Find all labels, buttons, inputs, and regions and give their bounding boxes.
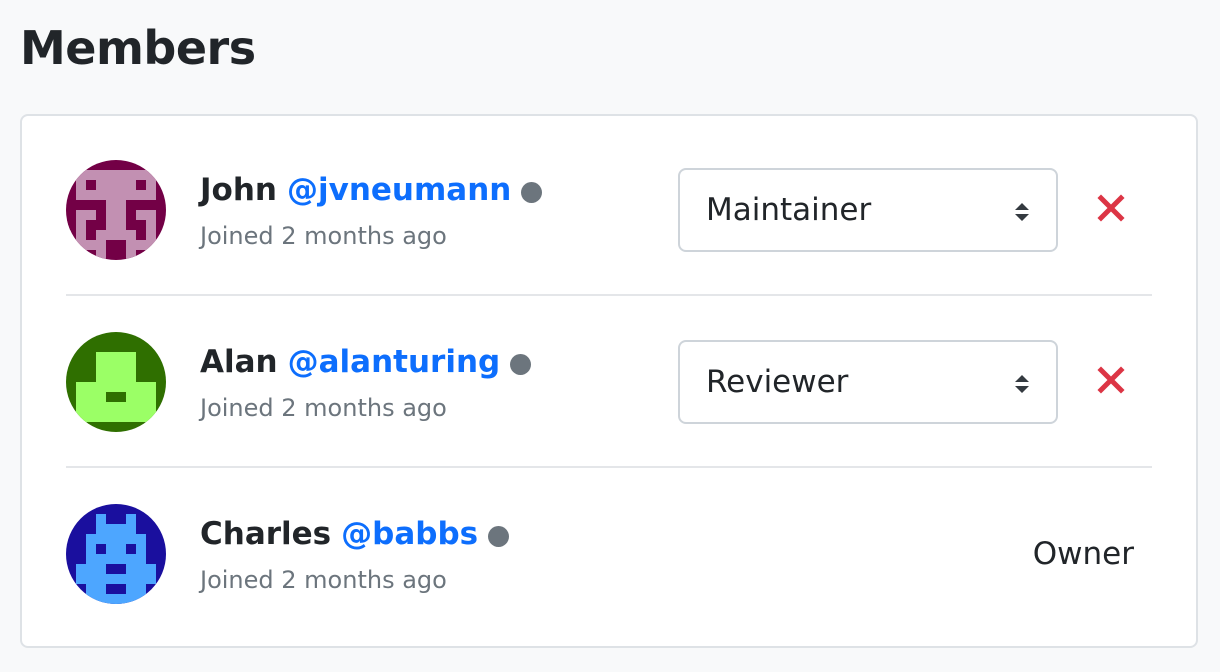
status-dot-icon [488, 525, 510, 547]
member-name-line: Alan @alanturing [200, 342, 532, 382]
avatar [66, 160, 166, 260]
member-row: John @jvneumann Joined 2 months ago Main… [66, 116, 1152, 288]
member-row: Charles @babbs Joined 2 months ago Owner [66, 460, 1152, 632]
status-dot-icon [510, 353, 532, 375]
member-name-line: John @jvneumann [200, 170, 543, 210]
member-handle-link[interactable]: @alanturing [288, 342, 501, 382]
avatar [66, 504, 166, 604]
member-row: Alan @alanturing Joined 2 months ago Rev… [66, 288, 1152, 460]
member-joined-date: Joined 2 months ago [200, 566, 447, 594]
role-select-value: Maintainer [706, 192, 872, 228]
member-display-name: Alan [200, 344, 278, 380]
remove-member-button[interactable] [1096, 365, 1126, 395]
member-handle-link[interactable]: @babbs [341, 514, 478, 554]
member-joined-date: Joined 2 months ago [200, 394, 447, 422]
owner-role-label: Owner [1032, 536, 1134, 572]
avatar [66, 332, 166, 432]
sort-caret-icon [1015, 375, 1029, 393]
page-title: Members [20, 21, 256, 75]
member-name-line: Charles @babbs [200, 514, 510, 554]
member-display-name: John [200, 172, 277, 208]
role-select[interactable]: Maintainer [678, 168, 1058, 252]
sort-caret-icon [1015, 203, 1029, 221]
members-list: John @jvneumann Joined 2 months ago Main… [20, 114, 1198, 648]
role-select[interactable]: Reviewer [678, 340, 1058, 424]
remove-member-button[interactable] [1096, 193, 1126, 223]
member-joined-date: Joined 2 months ago [200, 222, 447, 250]
status-dot-icon [521, 181, 543, 203]
member-handle-link[interactable]: @jvneumann [287, 170, 511, 210]
role-select-value: Reviewer [706, 364, 849, 400]
member-display-name: Charles [200, 516, 332, 552]
